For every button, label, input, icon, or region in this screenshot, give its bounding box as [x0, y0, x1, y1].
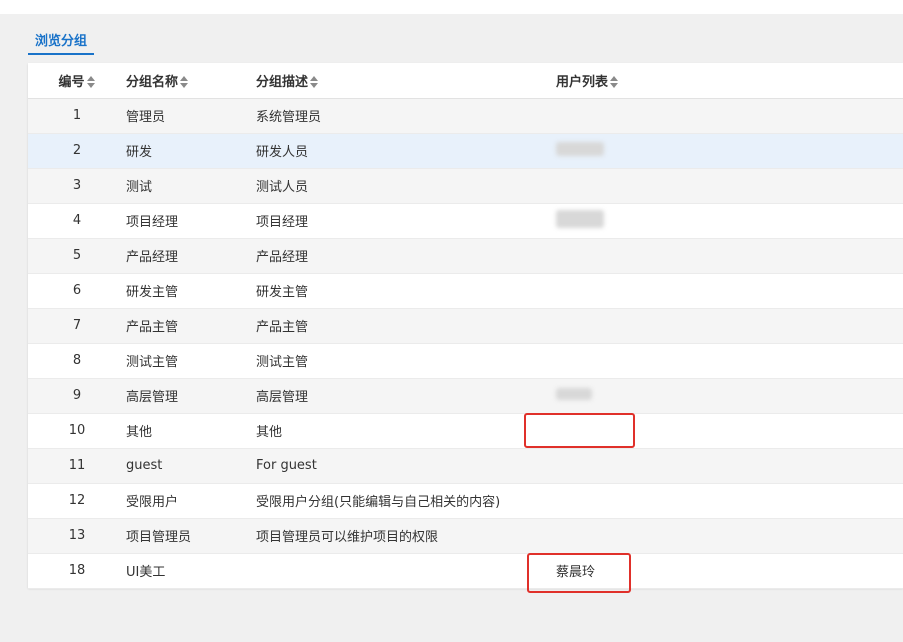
table-row[interactable]: 2 研发 研发人员 — [28, 133, 903, 169]
table-row[interactable]: 3 测试 测试人员 — [28, 168, 903, 204]
cell-name: 管理员 — [126, 98, 256, 134]
cell-id: 3 — [28, 168, 126, 204]
cell-name: 测试主管 — [126, 343, 256, 379]
column-header-name[interactable]: 分组名称 — [126, 63, 256, 99]
cell-id: 10 — [28, 413, 126, 449]
table-row[interactable]: 5 产品经理 产品经理 — [28, 238, 903, 274]
cell-name: 产品主管 — [126, 308, 256, 344]
cell-description: For guest — [256, 448, 556, 484]
cell-description: 研发人员 — [256, 133, 556, 169]
cell-description: 产品经理 — [256, 238, 556, 274]
cell-id: 4 — [28, 203, 126, 239]
cell-description: 研发主管 — [256, 273, 556, 309]
sort-icon[interactable] — [86, 76, 96, 89]
cell-name: 研发 — [126, 133, 256, 169]
cell-description — [256, 553, 556, 589]
cell-users — [556, 448, 903, 484]
cell-description: 项目管理员可以维护项目的权限 — [256, 518, 556, 554]
cell-id: 12 — [28, 483, 126, 519]
highlight-box-group-18-users — [527, 553, 631, 593]
cell-users — [556, 483, 903, 519]
cell-name: 产品经理 — [126, 238, 256, 274]
column-header-users[interactable]: 用户列表 — [556, 63, 903, 99]
cell-description: 测试主管 — [256, 343, 556, 379]
cell-name: 研发主管 — [126, 273, 256, 309]
cell-description: 测试人员 — [256, 168, 556, 204]
cell-description: 系统管理员 — [256, 98, 556, 134]
cell-name: 测试 — [126, 168, 256, 204]
cell-id: 8 — [28, 343, 126, 379]
redacted-users — [556, 141, 604, 156]
cell-id: 13 — [28, 518, 126, 554]
cell-users — [556, 343, 903, 379]
cell-id: 9 — [28, 378, 126, 414]
column-header-label: 分组描述 — [256, 74, 309, 90]
cell-description: 产品主管 — [256, 308, 556, 344]
cell-id: 18 — [28, 553, 126, 589]
cell-users — [556, 308, 903, 344]
cell-name: 受限用户 — [126, 483, 256, 519]
cell-id: 1 — [28, 98, 126, 134]
cell-users — [556, 378, 903, 414]
table-row[interactable]: 4 项目经理 项目经理 — [28, 203, 903, 239]
cell-description: 其他 — [256, 413, 556, 449]
table-row[interactable]: 13 项目管理员 项目管理员可以维护项目的权限 — [28, 518, 903, 554]
table-row[interactable]: 8 测试主管 测试主管 — [28, 343, 903, 379]
column-header-label: 用户列表 — [556, 74, 609, 90]
column-header-label: 分组名称 — [126, 74, 179, 90]
cell-users — [556, 273, 903, 309]
cell-description: 高层管理 — [256, 378, 556, 414]
cell-description: 受限用户分组(只能编辑与自己相关的内容) — [256, 483, 556, 519]
cell-name: 其他 — [126, 413, 256, 449]
groups-table: 编号 分组名称 分组描述 用户列表 1 管理员 系统管理员 2 研发 研发人员 … — [28, 63, 903, 589]
cell-name: guest — [126, 448, 256, 484]
table-row[interactable]: 1 管理员 系统管理员 — [28, 98, 903, 134]
cell-id: 2 — [28, 133, 126, 169]
cell-id: 5 — [28, 238, 126, 274]
table-row[interactable]: 6 研发主管 研发主管 — [28, 273, 903, 309]
cell-name: 高层管理 — [126, 378, 256, 414]
cell-users — [556, 98, 903, 134]
cell-users — [556, 518, 903, 554]
table-row[interactable]: 11 guest For guest — [28, 448, 903, 484]
redacted-users — [556, 387, 592, 400]
cell-users — [556, 168, 903, 204]
cell-users — [556, 203, 903, 239]
cell-name: 项目管理员 — [126, 518, 256, 554]
cell-users — [556, 238, 903, 274]
table-row[interactable]: 12 受限用户 受限用户分组(只能编辑与自己相关的内容) — [28, 483, 903, 519]
cell-users — [556, 133, 903, 169]
cell-description: 项目经理 — [256, 203, 556, 239]
tab-browse-groups[interactable]: 浏览分组 — [28, 28, 95, 55]
cell-id: 6 — [28, 273, 126, 309]
column-header-id[interactable]: 编号 — [28, 63, 126, 99]
table-row[interactable]: 9 高层管理 高层管理 — [28, 378, 903, 414]
cell-name: UI美工 — [126, 553, 256, 589]
redacted-users — [556, 209, 604, 228]
table-row[interactable]: 10 其他 其他 — [28, 413, 903, 449]
cell-id: 7 — [28, 308, 126, 344]
column-header-label: 编号 — [58, 74, 85, 90]
table-row[interactable]: 7 产品主管 产品主管 — [28, 308, 903, 344]
column-header-description[interactable]: 分组描述 — [256, 63, 556, 99]
sort-icon[interactable] — [310, 76, 319, 89]
table-row[interactable]: 18 UI美工 蔡晨玲 — [28, 553, 903, 589]
cell-name: 项目经理 — [126, 203, 256, 239]
cell-id: 11 — [28, 448, 126, 484]
sort-icon[interactable] — [610, 76, 619, 89]
groups-table-panel: 编号 分组名称 分组描述 用户列表 1 管理员 系统管理员 2 研发 研发人员 … — [28, 63, 903, 589]
sort-icon[interactable] — [180, 76, 189, 89]
table-header-row: 编号 分组名称 分组描述 用户列表 — [28, 63, 903, 99]
tab-bar: 浏览分组 — [28, 28, 95, 55]
highlight-box-group-10-users — [524, 413, 635, 448]
